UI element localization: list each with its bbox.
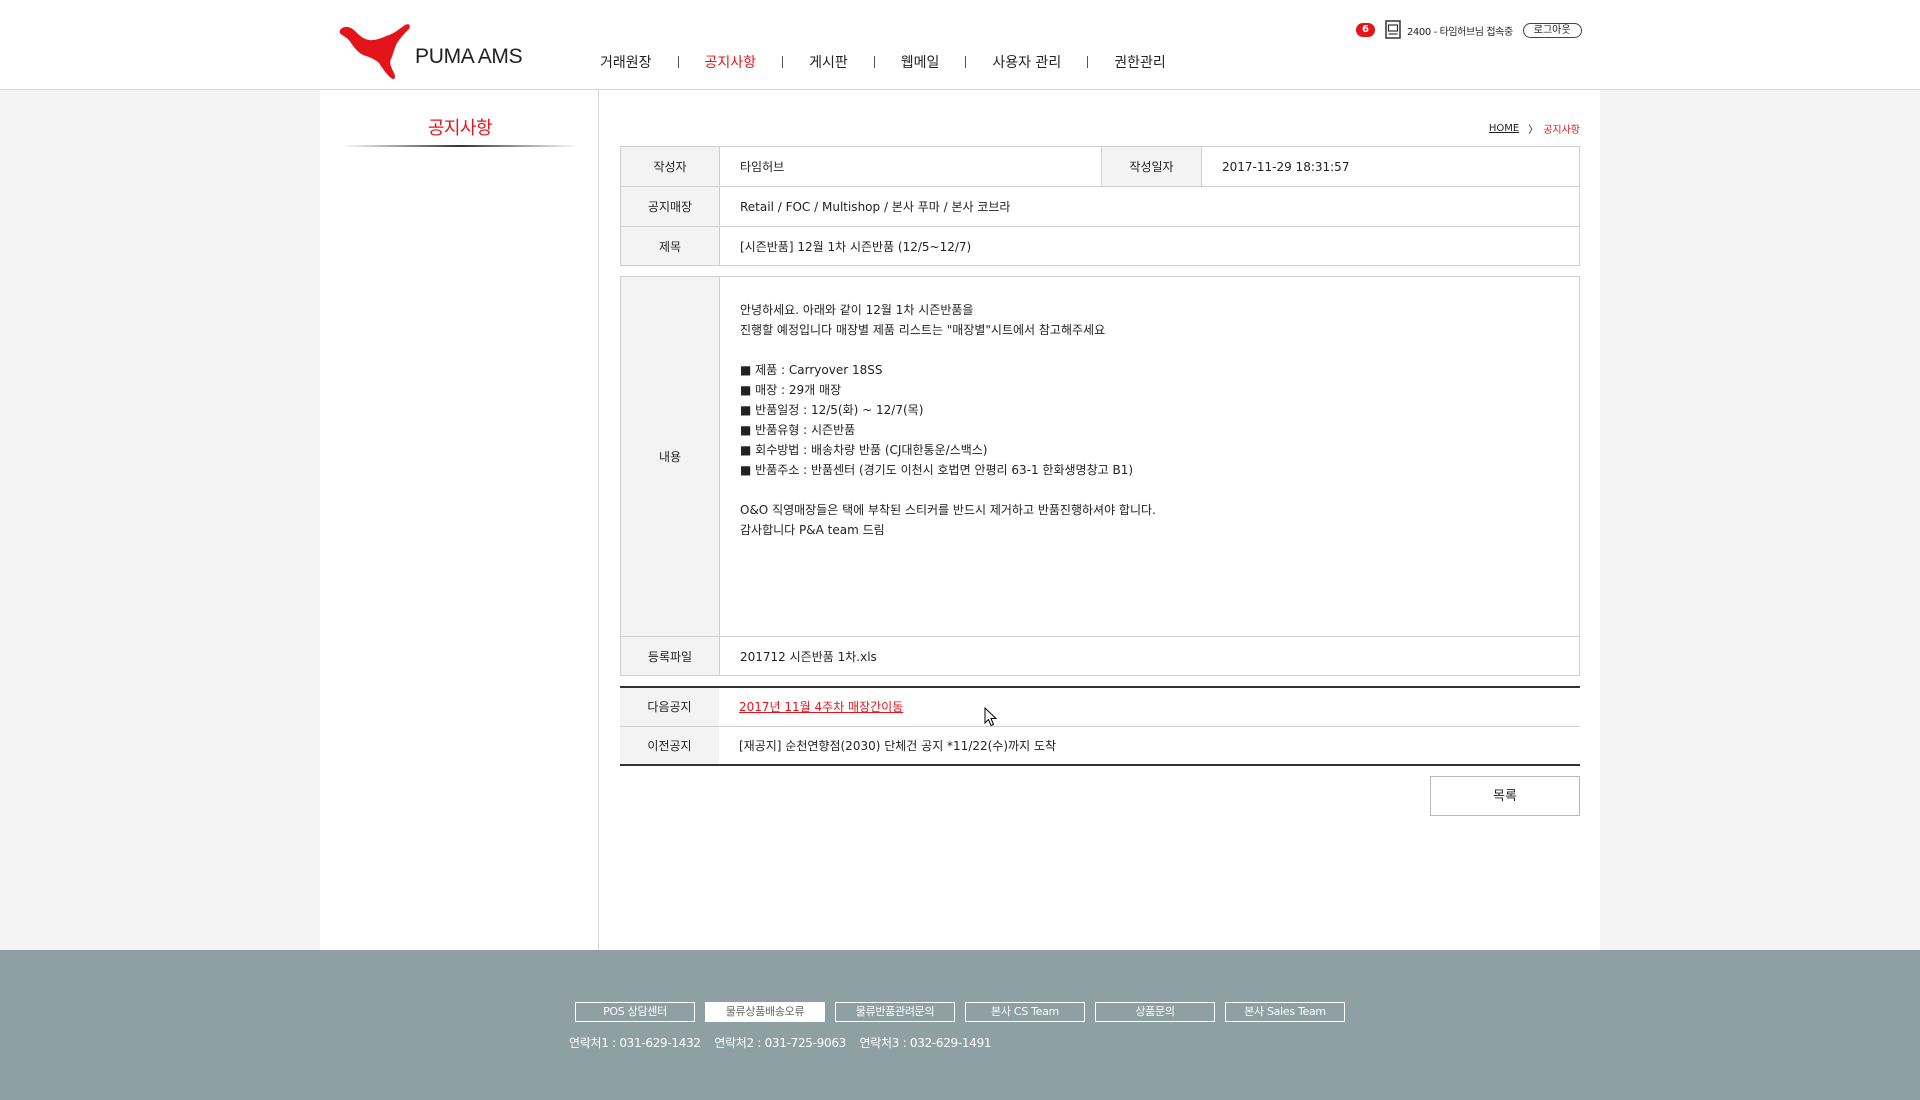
- main-nav: 거래원장 공지사항 게시판 웹메일 사용자 관리 권한관리: [600, 51, 1166, 73]
- sidebar-title: 공지사항: [427, 118, 493, 139]
- nav-item-webmail[interactable]: 웹메일: [901, 52, 940, 72]
- contact-1: 연락처1 : 031-629-1432: [569, 1036, 701, 1050]
- message-count-badge[interactable]: 6: [1356, 23, 1375, 37]
- main-content: HOME 〉 공지사항 작성자 타임허브 작성일자 2017-11-29 18:…: [620, 90, 1580, 950]
- page-container: 공지사항 HOME 〉 공지사항 작성자 타임허브 작성일자 2017-11-2…: [320, 90, 1600, 950]
- footer-links: POS 상담센터 물류상품배송오류 물류반품관려문의 본사 CS Team 상품…: [575, 1002, 1355, 1022]
- body-line: ■ 회수방법 : 배송차량 반품 (CJ대한통운/스백스): [740, 443, 988, 457]
- body-line: ■ 반품일정 : 12/5(화) ~ 12/7(목): [740, 403, 924, 417]
- store-value: Retail / FOC / Multishop / 본사 푸마 / 본사 코브…: [719, 186, 1580, 227]
- nav-divider: [1087, 56, 1089, 68]
- subject-label: 제목: [620, 226, 720, 266]
- message-icon[interactable]: [1384, 20, 1402, 40]
- breadcrumb-current: 공지사항: [1543, 125, 1580, 136]
- breadcrumb-arrow-icon: 〉: [1528, 125, 1539, 136]
- breadcrumb: HOME 〉 공지사항: [1489, 121, 1580, 136]
- body-line: ■ 제품 : Carryover 18SS: [740, 363, 883, 377]
- sidebar: 공지사항: [320, 90, 599, 950]
- nav-item-notice[interactable]: 공지사항: [705, 52, 757, 72]
- body-line: 진행할 예정입니다 매장별 제품 리스트는 "매장별"시트에서 참고해주세요: [740, 323, 1106, 337]
- date-label: 작성일자: [1101, 146, 1202, 187]
- contact-2: 연락처2 : 031-725-9063: [714, 1036, 847, 1050]
- notice-navigation: 다음공지 2017년 11월 4주차 매장간이동 이전공지 [재공지] 순천연향…: [620, 686, 1580, 766]
- contact-3: 연락처3 : 032-629-1491: [859, 1036, 992, 1050]
- body-content: 안녕하세요. 아래와 같이 12월 1차 시즌반품을 진행할 예정입니다 매장별…: [719, 276, 1580, 637]
- body-line: 안녕하세요. 아래와 같이 12월 1차 시즌반품을: [740, 303, 974, 317]
- footer-link-delivery-error[interactable]: 물류상품배송오류: [705, 1002, 825, 1022]
- logo[interactable]: PUMA AMS: [339, 22, 529, 82]
- mouse-cursor-icon: [984, 707, 998, 727]
- author-label: 작성자: [620, 146, 720, 187]
- nav-item-ledger[interactable]: 거래원장: [600, 52, 652, 72]
- footer-link-return-inquiry[interactable]: 물류반품관려문의: [835, 1002, 955, 1022]
- body-line: O&O 직영매장들은 택에 부착된 스티커를 반드시 제거하고 반품진행하셔야 …: [740, 503, 1156, 517]
- author-value: 타임허브: [719, 146, 1102, 187]
- body-line: [740, 480, 1579, 500]
- footer-contacts: 연락처1 : 031-629-1432 연락처2 : 031-725-9063 …: [569, 1034, 1001, 1051]
- body-line: 감사합니다 P&A team 드림: [740, 523, 885, 537]
- next-notice-cell: 2017년 11월 4주차 매장간이동: [719, 687, 1580, 727]
- prev-notice-link[interactable]: [재공지] 순천연향점(2030) 단체건 공지 *11/22(수)까지 도착: [719, 726, 1580, 765]
- user-status-text: 2400 - 타임허브님 접속중: [1406, 26, 1513, 38]
- next-notice-link[interactable]: 2017년 11월 4주차 매장간이동: [739, 700, 903, 714]
- footer-link-pos-center[interactable]: POS 상담센터: [575, 1002, 695, 1022]
- body-line: [740, 340, 1579, 360]
- footer-link-cs-team[interactable]: 본사 CS Team: [965, 1002, 1085, 1022]
- body-line: ■ 매장 : 29개 매장: [740, 383, 842, 397]
- body-label: 내용: [620, 276, 720, 637]
- nav-item-permission[interactable]: 권한관리: [1114, 52, 1166, 72]
- puma-cat-logo-icon: [339, 24, 410, 80]
- nav-divider: [782, 56, 784, 68]
- body-line: ■ 반품주소 : 반품센터 (경기도 이천시 호법면 안평리 63-1 한화생명…: [740, 463, 1134, 477]
- date-value: 2017-11-29 18:31:57: [1201, 146, 1580, 187]
- user-utility: 6 2400 - 타임허브님 접속중 로그아웃: [1356, 20, 1582, 40]
- next-notice-label: 다음공지: [620, 687, 719, 727]
- notice-body-table: 내용 안녕하세요. 아래와 같이 12월 1차 시즌반품을 진행할 예정입니다 …: [620, 276, 1580, 676]
- nav-item-user-management[interactable]: 사용자 관리: [992, 52, 1061, 72]
- footer: POS 상담센터 물류상품배송오류 물류반품관려문의 본사 CS Team 상품…: [0, 950, 1920, 1100]
- store-label: 공지매장: [620, 186, 720, 227]
- prev-notice-label: 이전공지: [620, 726, 719, 765]
- list-button[interactable]: 목록: [1430, 776, 1580, 816]
- notice-meta-table: 작성자 타임허브 작성일자 2017-11-29 18:31:57 공지매장 R…: [620, 146, 1580, 266]
- nav-divider: [873, 56, 875, 68]
- nav-divider: [677, 56, 679, 68]
- file-label: 등록파일: [620, 636, 720, 676]
- header: PUMA AMS 거래원장 공지사항 게시판 웹메일 사용자 관리 권한관리 6…: [0, 0, 1920, 90]
- body-line: ■ 반품유형 : 시즌반품: [740, 423, 856, 437]
- attached-file-link[interactable]: 201712 시즌반품 1차.xls: [719, 636, 1580, 676]
- logout-button[interactable]: 로그아웃: [1522, 22, 1582, 38]
- footer-link-product-inquiry[interactable]: 상품문의: [1095, 1002, 1215, 1022]
- breadcrumb-home[interactable]: HOME: [1489, 123, 1519, 134]
- nav-item-board[interactable]: 게시판: [809, 52, 848, 72]
- nav-divider: [965, 56, 967, 68]
- footer-link-sales-team[interactable]: 본사 Sales Team: [1225, 1002, 1345, 1022]
- subject-value: [시즌반품] 12월 1차 시즌반품 (12/5~12/7): [719, 226, 1580, 266]
- sidebar-divider: [342, 145, 578, 147]
- logo-text: PUMA AMS: [415, 45, 523, 68]
